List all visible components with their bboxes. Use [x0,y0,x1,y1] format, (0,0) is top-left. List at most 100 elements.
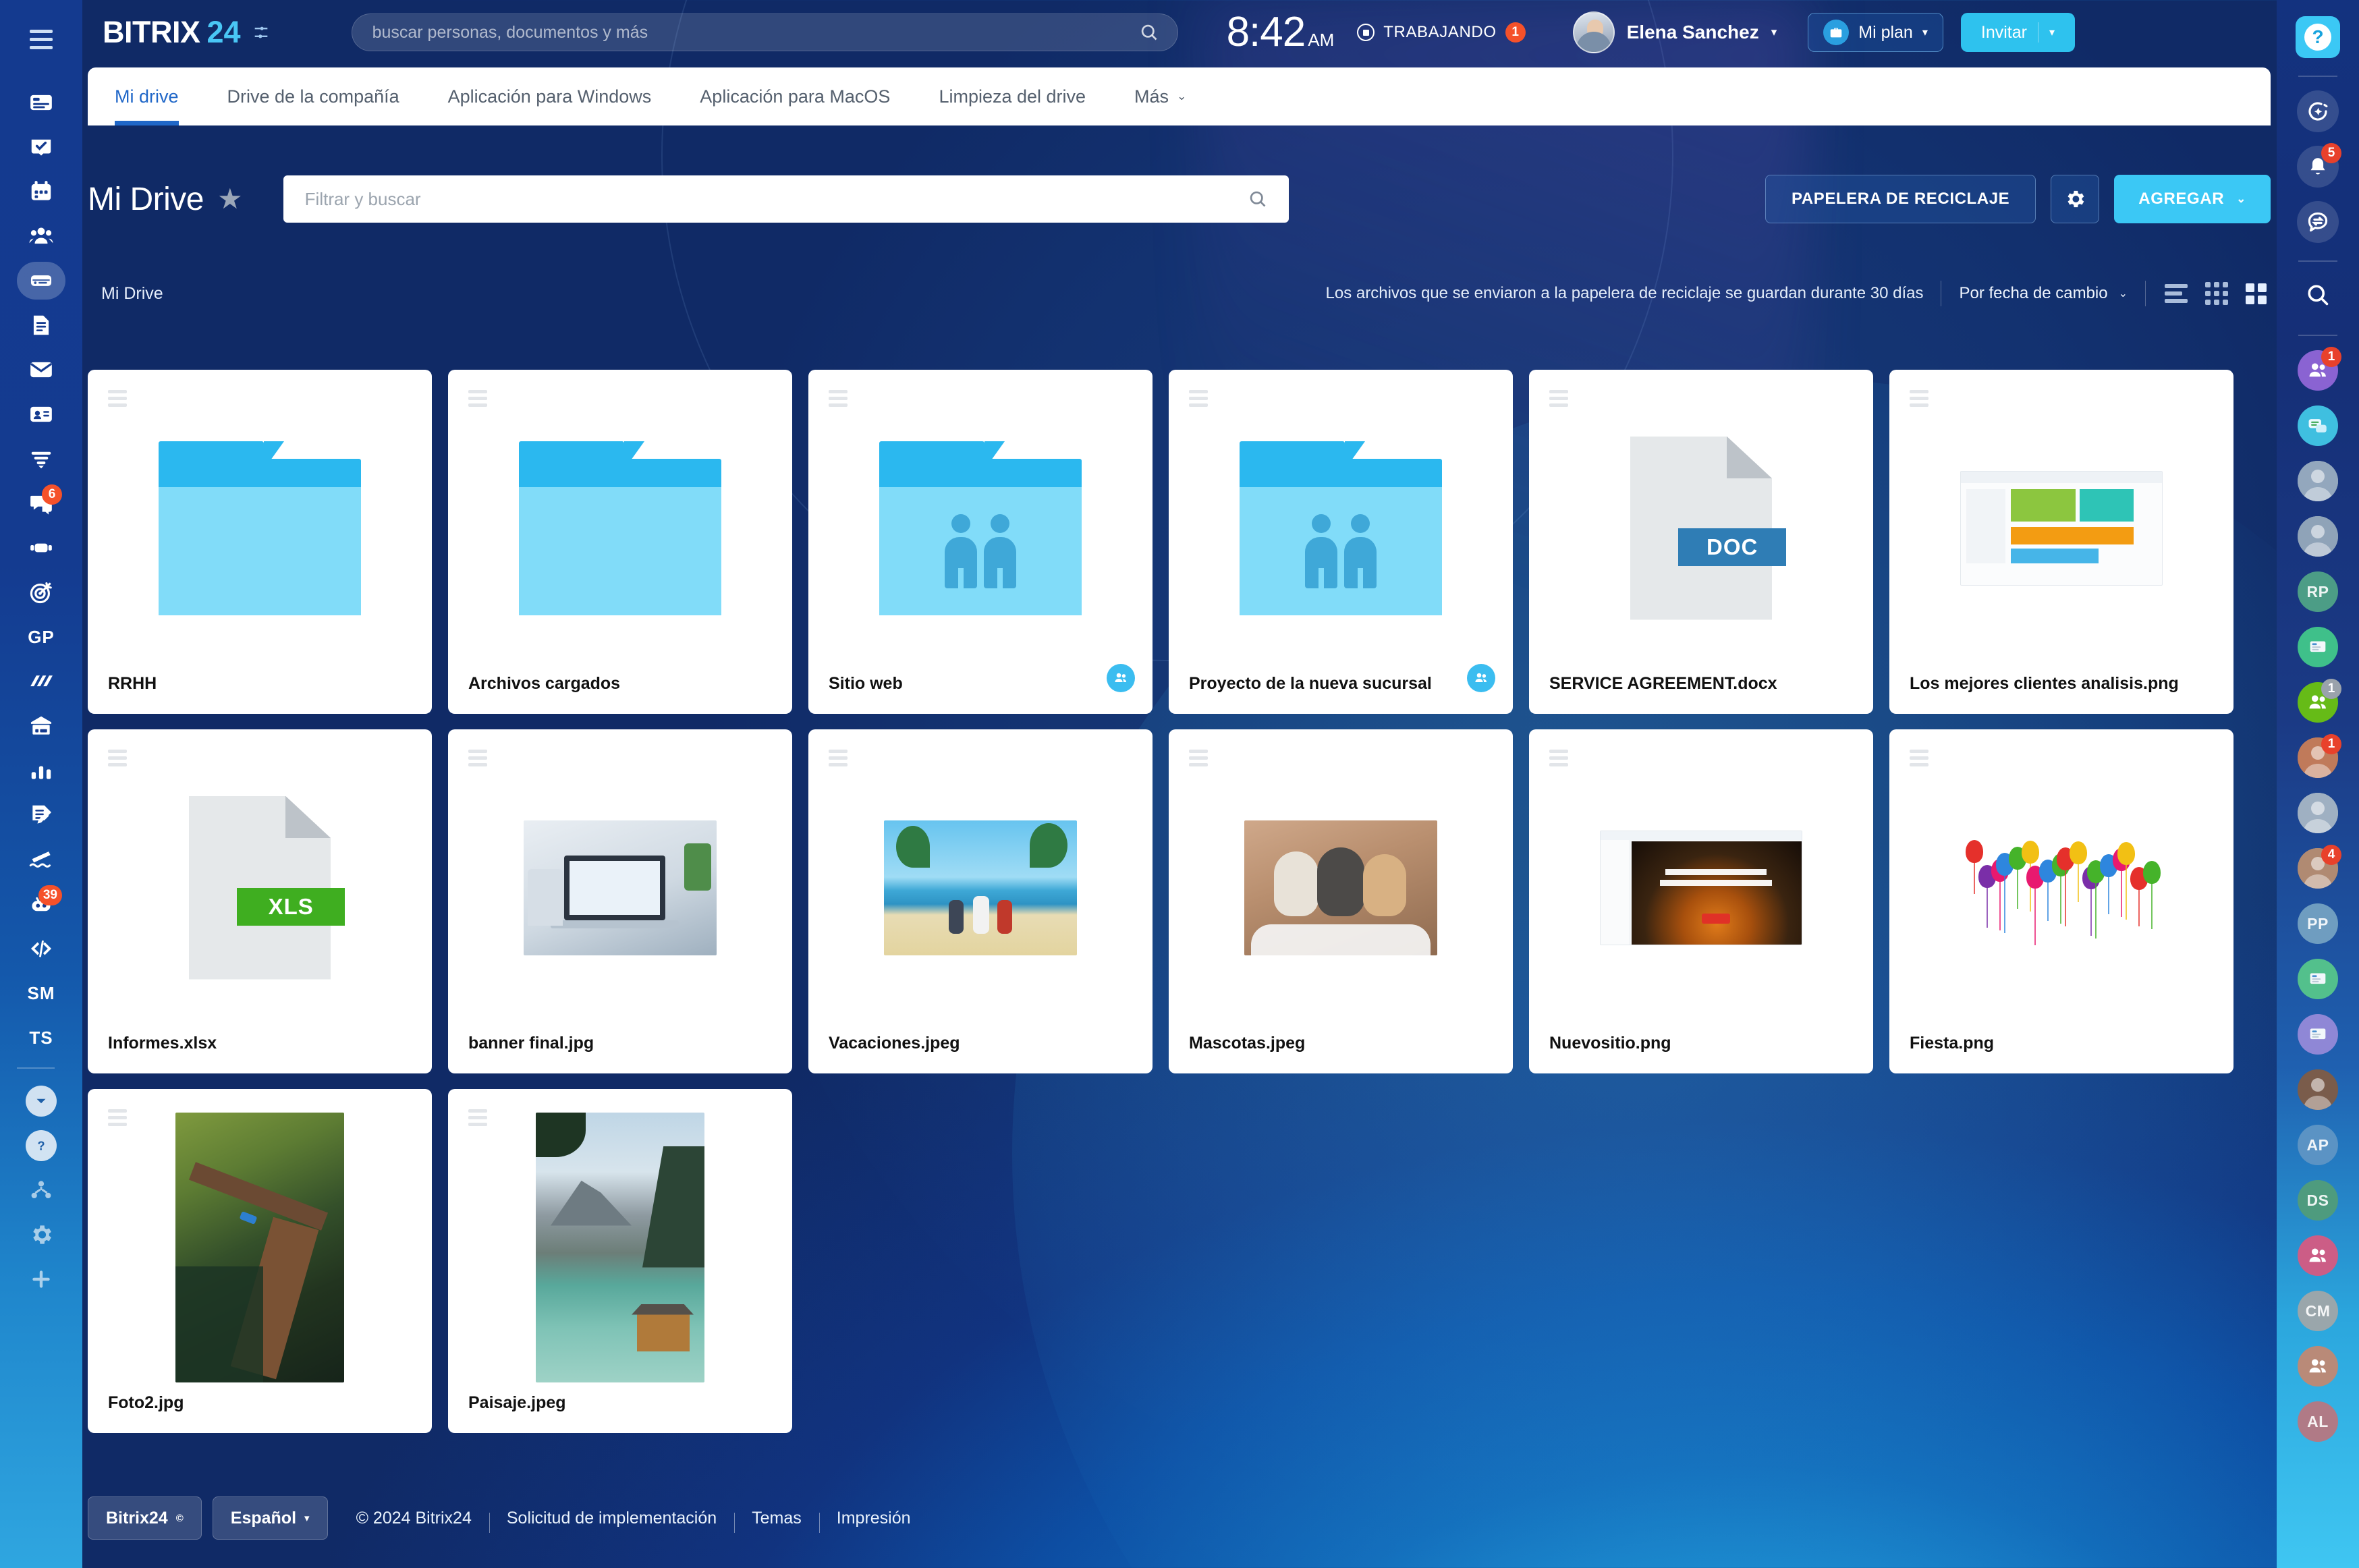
card-menu-icon[interactable] [1549,390,1568,410]
user-avatar-al[interactable]: AL [2296,1399,2340,1444]
sidebar-item-news[interactable] [17,82,65,123]
webinar-avatar[interactable] [2296,625,2340,669]
card-menu-icon[interactable] [1189,390,1208,410]
footer-link-themes[interactable]: Temas [734,1509,819,1528]
footer-link-print[interactable]: Impresión [819,1509,928,1528]
card-menu-icon[interactable] [1910,750,1928,770]
settings-gear-button[interactable] [2051,175,2099,223]
sidebar-item-mail[interactable] [17,349,65,390]
file-card[interactable]: Los mejores clientes analisis.png [1889,370,2233,714]
view-grid-button[interactable] [2205,282,2228,305]
messenger-sync-icon[interactable] [2296,200,2340,244]
file-card[interactable]: RRHH [88,370,432,714]
file-card[interactable]: Fiesta.png [1889,729,2233,1073]
user-avatar-3[interactable]: 1 [2296,735,2340,780]
user-avatar-1[interactable] [2296,459,2340,503]
sidebar-item-analytics[interactable] [17,750,65,791]
card-menu-icon[interactable] [468,750,487,770]
menu-toggle-button[interactable] [30,30,53,54]
sidebar-item-ts[interactable]: TS [17,1017,65,1058]
card-menu-icon[interactable] [468,1109,487,1129]
card-menu-icon[interactable] [829,390,848,410]
sidebar-item-warehouse[interactable] [17,706,65,746]
sidebar-item-group[interactable] [17,216,65,256]
card-menu-icon[interactable] [468,390,487,410]
group-avatar-green[interactable]: 1 [2296,680,2340,725]
sidebar-item-pool[interactable] [17,839,65,880]
logo-bitrix24[interactable]: BITRIX 24 [103,15,271,50]
card-menu-icon[interactable] [829,750,848,770]
add-button[interactable]: AGREGAR ⌄ [2114,175,2271,223]
file-card[interactable]: XLSInformes.xlsx [88,729,432,1073]
user-avatar-cm[interactable]: CM [2296,1289,2340,1333]
user-avatar-rp[interactable]: RP [2296,569,2340,614]
user-avatar-5[interactable]: 4 [2296,846,2340,891]
user-avatar-4[interactable] [2296,791,2340,835]
sidebar-item-gp[interactable]: GP [17,617,65,657]
contacts-group-avatar[interactable]: 1 [2296,348,2340,393]
file-card[interactable]: Mascotas.jpeg [1169,729,1513,1073]
work-status-button[interactable]: TRABAJANDO 1 [1357,22,1525,43]
user-avatar-pp[interactable]: PP [2296,901,2340,946]
sidebar-item-funnel[interactable] [17,439,65,479]
invite-button[interactable]: Invitar ▾ [1961,13,2075,52]
recycle-bin-button[interactable]: PAPELERA DE RECICLAJE [1765,175,2036,223]
my-plan-button[interactable]: Mi plan ▾ [1808,13,1943,52]
sort-dropdown[interactable]: Por fecha de cambio ⌄ [1941,284,2145,303]
news-avatar[interactable] [2296,957,2340,1001]
view-list-button[interactable] [2165,284,2188,303]
card-menu-icon[interactable] [1549,750,1568,770]
search-icon[interactable] [2296,274,2340,318]
help-button[interactable]: ? [2296,15,2340,59]
tab-mi-drive[interactable]: Mi drive [115,67,179,125]
language-selector[interactable]: Español ▾ [213,1496,328,1540]
user-avatar-ds[interactable]: DS [2296,1178,2340,1223]
group-avatar-brown[interactable] [2296,1344,2340,1389]
card-menu-icon[interactable] [108,750,127,770]
sidebar-item-bot[interactable]: 39 [17,884,65,924]
card-menu-icon[interactable] [108,390,127,410]
file-card[interactable]: Paisaje.jpeg [448,1089,792,1433]
user-avatar-6[interactable] [2296,1067,2340,1112]
breadcrumb[interactable]: Mi Drive [101,284,163,304]
tab-m-s[interactable]: Más⌄ [1134,67,1186,125]
sidebar-item-chat[interactable]: 6 [17,483,65,524]
sidebar-item-settings-gear[interactable] [17,1214,65,1255]
user-avatar-ap[interactable]: AP [2296,1123,2340,1167]
notifications-bell-icon[interactable]: 5 [2296,144,2340,189]
file-card[interactable]: Foto2.jpg [88,1089,432,1433]
card-menu-icon[interactable] [1189,750,1208,770]
sidebar-item-market[interactable] [17,661,65,702]
sidebar-item-code[interactable] [17,928,65,969]
tab-limpieza-del-drive[interactable]: Limpieza del drive [939,67,1086,125]
file-card[interactable]: Proyecto de la nueva sucursal [1169,370,1513,714]
filter-search-input[interactable]: Filtrar y buscar [283,175,1289,223]
crm-card-avatar[interactable] [2296,1012,2340,1057]
chat-avatar[interactable] [2296,403,2340,448]
sidebar-item-signature[interactable] [17,795,65,835]
tab-aplicaci-n-para-macos[interactable]: Aplicación para MacOS [700,67,890,125]
file-card[interactable]: Nuevositio.png [1529,729,1873,1073]
favorite-star-icon[interactable]: ★ [217,185,243,213]
sidebar-item-crm[interactable] [17,394,65,435]
sidebar-item-calendar[interactable] [17,171,65,212]
file-card[interactable]: Sitio web [808,370,1153,714]
group-avatar-pink[interactable] [2296,1233,2340,1278]
tab-aplicaci-n-para-windows[interactable]: Aplicación para Windows [448,67,652,125]
sidebar-item-more-chevron[interactable] [17,1081,65,1121]
sliders-icon[interactable] [252,23,271,42]
sidebar-item-add-plus[interactable] [17,1259,65,1299]
card-menu-icon[interactable] [108,1109,127,1129]
sidebar-item-sm[interactable]: SM [17,973,65,1013]
view-tiles-button[interactable] [2246,283,2267,304]
footer-logo-button[interactable]: Bitrix24 © [88,1496,202,1540]
sidebar-item-target[interactable] [17,572,65,613]
sidebar-item-sitemap[interactable] [17,1170,65,1210]
sidebar-item-help[interactable]: ? [17,1125,65,1166]
user-menu[interactable]: Elena Sanchez ▾ [1573,11,1777,53]
file-card[interactable]: Vacaciones.jpeg [808,729,1153,1073]
global-search-input[interactable]: buscar personas, documentos y más [352,13,1178,51]
file-card[interactable]: banner final.jpg [448,729,792,1073]
sidebar-item-tasks[interactable] [17,127,65,167]
user-avatar-2[interactable] [2296,514,2340,559]
